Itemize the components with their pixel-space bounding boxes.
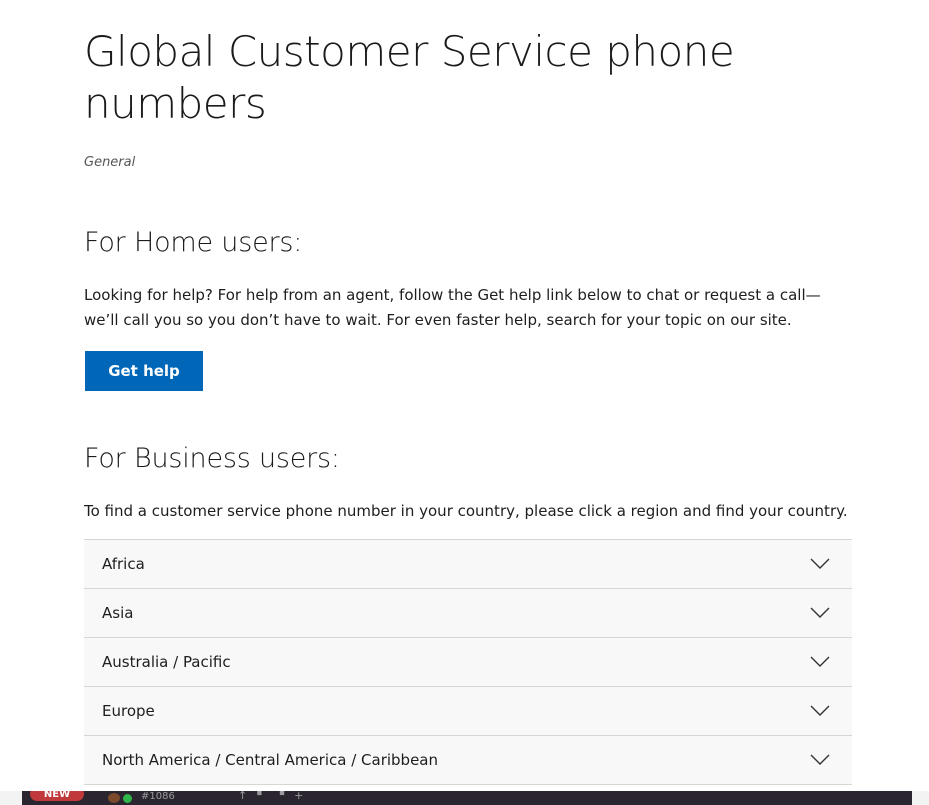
region-item-europe[interactable]: Europe (84, 687, 852, 736)
grid-icon[interactable]: ▘▝ (257, 791, 294, 802)
online-status-icon (123, 794, 132, 803)
region-label: North America / Central America / Caribb… (102, 751, 439, 769)
region-label: Australia / Pacific (102, 653, 231, 671)
home-users-description: Looking for help? For help from an agent… (84, 286, 821, 329)
chevron-down-icon (810, 705, 830, 716)
region-item-australia-pacific[interactable]: Australia / Pacific (84, 638, 852, 687)
plus-icon[interactable]: + (294, 791, 313, 802)
region-item-asia[interactable]: Asia (84, 589, 852, 638)
region-label: Europe (102, 702, 155, 720)
page: Global Customer Service phone numbers Ge… (0, 0, 929, 805)
region-item-africa[interactable]: Africa (84, 540, 852, 589)
home-users-heading: For Home users: (84, 227, 303, 258)
taskbar: NEW #1086 ↑▘▝+ (0, 791, 929, 805)
chevron-down-icon (810, 558, 830, 569)
category-label: General (84, 155, 136, 170)
page-title: Global Customer Service phone numbers (84, 27, 735, 128)
taskbar-edge (0, 791, 22, 805)
region-label: Africa (102, 555, 145, 573)
get-help-button[interactable]: Get help (85, 351, 203, 391)
business-users-heading: For Business users: (84, 443, 340, 474)
chevron-down-icon (810, 656, 830, 667)
region-item-north-america[interactable]: North America / Central America / Caribb… (84, 736, 852, 785)
taskbar-edge-right (912, 791, 929, 805)
pin-icon[interactable]: ↑ (238, 791, 257, 802)
chevron-down-icon (810, 754, 830, 765)
region-accordion: Africa Asia Australia / Pacific Europe N… (84, 539, 852, 785)
taskbar-tag[interactable]: #1086 (141, 791, 175, 803)
taskbar-icons: ↑▘▝+ (238, 791, 313, 802)
new-badge[interactable]: NEW (30, 791, 84, 801)
avatar[interactable] (108, 793, 120, 803)
business-users-description: To find a customer service phone number … (84, 502, 848, 520)
region-label: Asia (102, 604, 134, 622)
chevron-down-icon (810, 607, 830, 618)
